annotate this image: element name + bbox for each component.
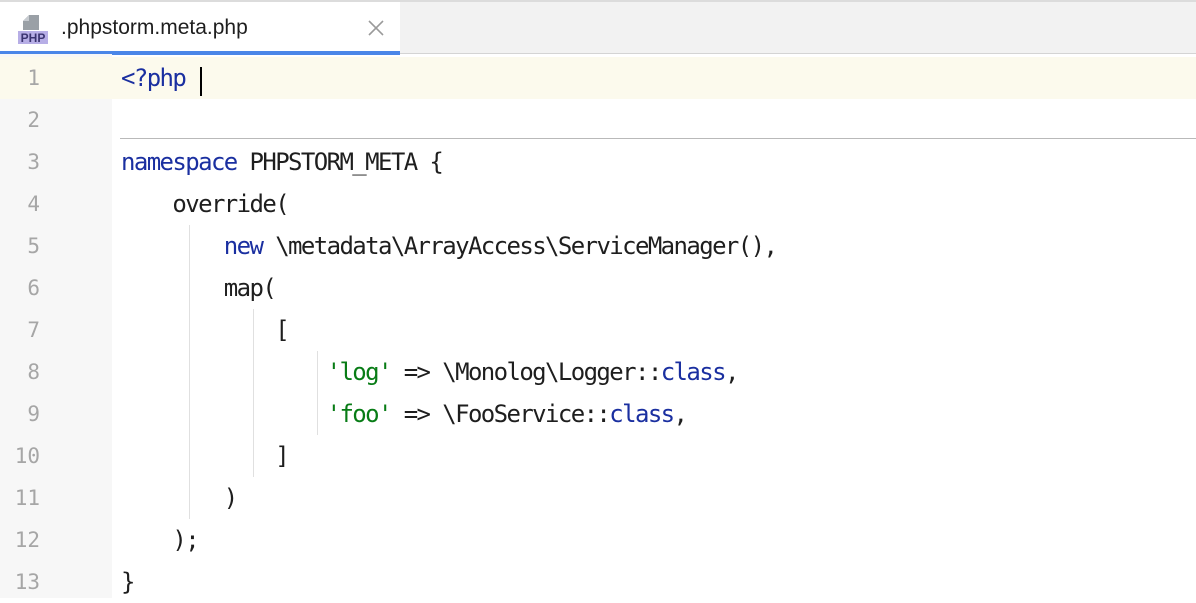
code-text: map(: [121, 267, 277, 309]
code-line[interactable]: 1 <?php: [0, 57, 1196, 99]
code-editor[interactable]: 1 <?php 2 3 namespace PHPSTORM_META {4 overr…: [0, 54, 1196, 598]
code-text: 'foo' => \FooService::class,: [121, 393, 688, 435]
line-number: 7: [27, 318, 40, 342]
code-token: \metadata\ArrayAccess\ServiceManager(),: [262, 232, 778, 260]
line-number: 3: [27, 150, 40, 174]
string-token: 'log': [326, 358, 393, 386]
keyword-token: class: [660, 358, 727, 386]
php-icon-label: PHP: [21, 31, 46, 45]
code-line[interactable]: 11 ): [0, 477, 1196, 519]
code-line[interactable]: 7 [: [0, 309, 1196, 351]
line-number: 6: [27, 276, 40, 300]
line-number: 4: [27, 192, 40, 216]
code-text: 'log' => \Monolog\Logger::class,: [121, 351, 740, 393]
code-token: ,: [673, 400, 688, 428]
editor-tab-bar: PHP .phpstorm.meta.php: [0, 0, 1196, 55]
tab-title: .phpstorm.meta.php: [61, 16, 248, 39]
code-text: ]: [121, 435, 289, 477]
code-line[interactable]: 4 override(: [0, 183, 1196, 225]
code-line[interactable]: 13}: [0, 561, 1196, 603]
line-number: 8: [27, 360, 40, 384]
line-number: 1: [27, 66, 40, 90]
code-token: PHPSTORM_META {: [236, 148, 444, 176]
code-text: <?php: [121, 57, 187, 99]
code-token: }: [121, 568, 135, 596]
line-number: 9: [27, 402, 40, 426]
code-token: ]: [275, 442, 289, 470]
php-file-icon: PHP: [17, 13, 49, 45]
code-token: map(: [223, 274, 277, 302]
line-number: 2: [27, 108, 40, 132]
keyword-token: class: [609, 400, 675, 428]
code-token: );: [172, 526, 199, 554]
keyword-token: <?php: [121, 64, 187, 92]
line-number: 12: [14, 528, 40, 552]
code-text: }: [121, 561, 135, 603]
code-line[interactable]: 5 new \metadata\ArrayAccess\ServiceManag…: [0, 225, 1196, 267]
code-text: override(: [121, 183, 289, 225]
code-token: override(: [172, 190, 289, 218]
code-token: ,: [724, 358, 739, 386]
code-text: [: [121, 309, 289, 351]
code-line[interactable]: 10 ]: [0, 435, 1196, 477]
code-text: new \metadata\ArrayAccess\ServiceManager…: [121, 225, 778, 267]
close-icon[interactable]: [367, 19, 385, 37]
line-number: 5: [27, 234, 40, 258]
code-line[interactable]: 6 map(: [0, 267, 1196, 309]
code-token: [: [275, 316, 289, 344]
line-number: 10: [14, 444, 40, 468]
keyword-token: new: [223, 232, 264, 260]
code-text: ): [121, 477, 238, 519]
code-line[interactable]: 9 'foo' => \FooService::class,: [0, 393, 1196, 435]
code-token: => \Monolog\Logger::: [390, 358, 663, 386]
line-number: 11: [14, 486, 40, 510]
keyword-token: namespace: [121, 148, 238, 176]
code-text: );: [121, 519, 199, 561]
code-text: namespace PHPSTORM_META {: [121, 141, 444, 183]
string-token: 'foo': [326, 400, 393, 428]
code-token: ): [223, 484, 238, 512]
code-line[interactable]: 3 namespace PHPSTORM_META {: [0, 141, 1196, 183]
tab-phpstorm-meta[interactable]: PHP .phpstorm.meta.php: [0, 2, 400, 55]
code-token: => \FooService::: [390, 400, 611, 428]
code-line[interactable]: 8 'log' => \Monolog\Logger::class,: [0, 351, 1196, 393]
code-line[interactable]: 2: [0, 99, 1196, 141]
line-number: 13: [14, 570, 40, 594]
text-caret: [200, 67, 202, 96]
code-line[interactable]: 12 );: [0, 519, 1196, 561]
